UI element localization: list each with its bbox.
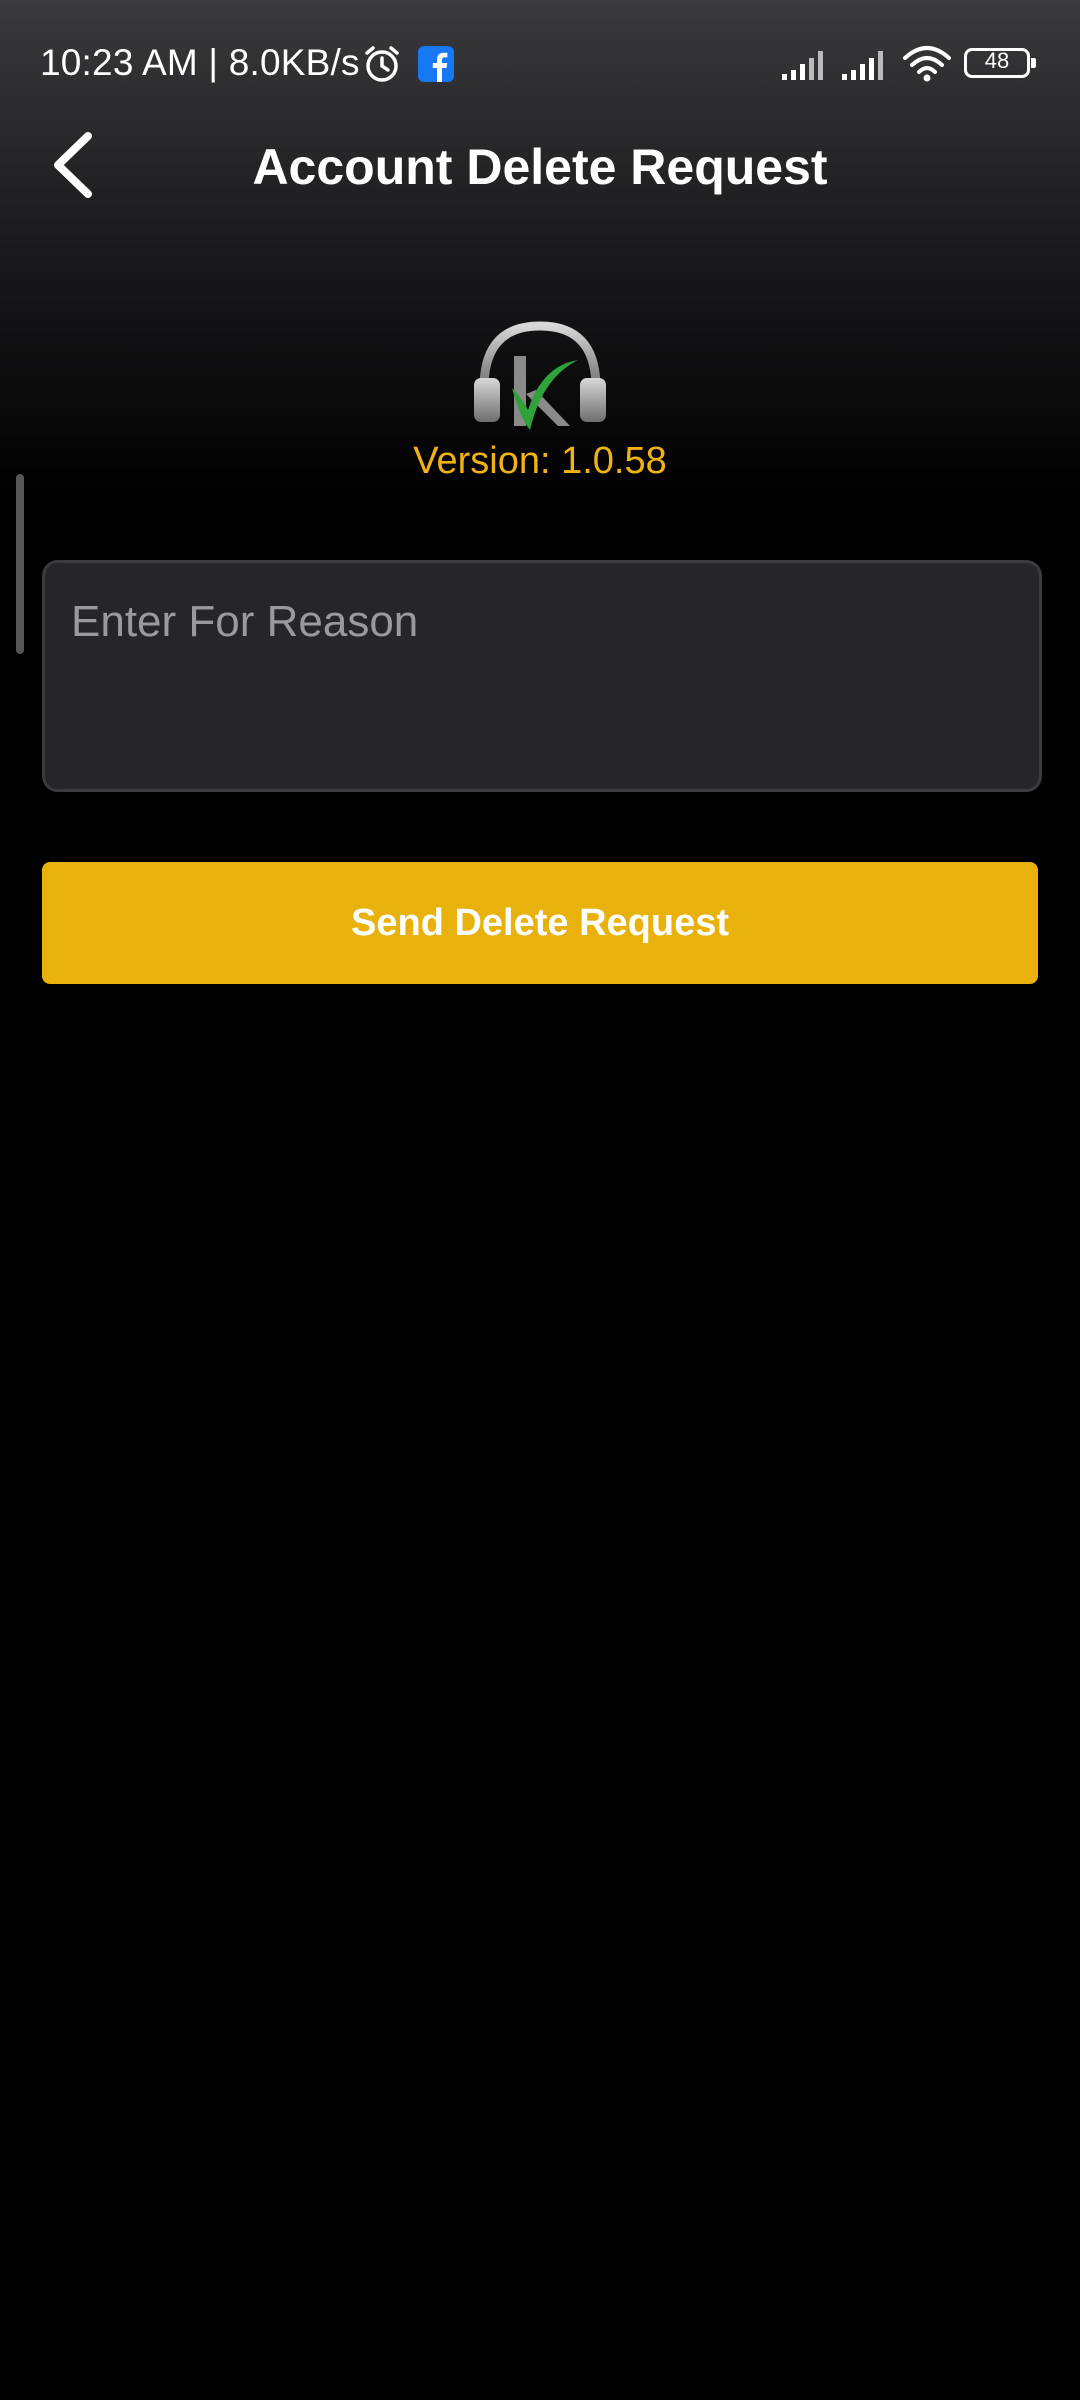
wifi-icon [903, 46, 951, 82]
battery-icon: 48 [964, 48, 1036, 78]
signal-icon [782, 51, 823, 80]
network-speed: 8.0KB/s [228, 42, 360, 83]
reason-input[interactable] [45, 563, 1039, 789]
status-separator: | [208, 42, 219, 83]
facebook-icon [418, 46, 454, 82]
status-bar: 10:23 AM | 8.0KB/s 48 [0, 0, 1080, 130]
scrollbar [16, 474, 24, 654]
battery-cap [1031, 58, 1036, 68]
status-text: 10:23 AM | 8.0KB/s [40, 42, 360, 84]
send-delete-request-button[interactable]: Send Delete Request [42, 862, 1038, 984]
reason-field [42, 560, 1042, 792]
alarm-icon [365, 46, 399, 82]
signal-icon [842, 51, 883, 80]
app-version: Version: 1.0.58 [413, 440, 667, 482]
status-time: 10:23 AM [40, 42, 198, 83]
headphones-logo-icon [474, 321, 606, 430]
page-title: Account Delete Request [252, 139, 828, 195]
battery-level: 48 [984, 48, 1010, 73]
